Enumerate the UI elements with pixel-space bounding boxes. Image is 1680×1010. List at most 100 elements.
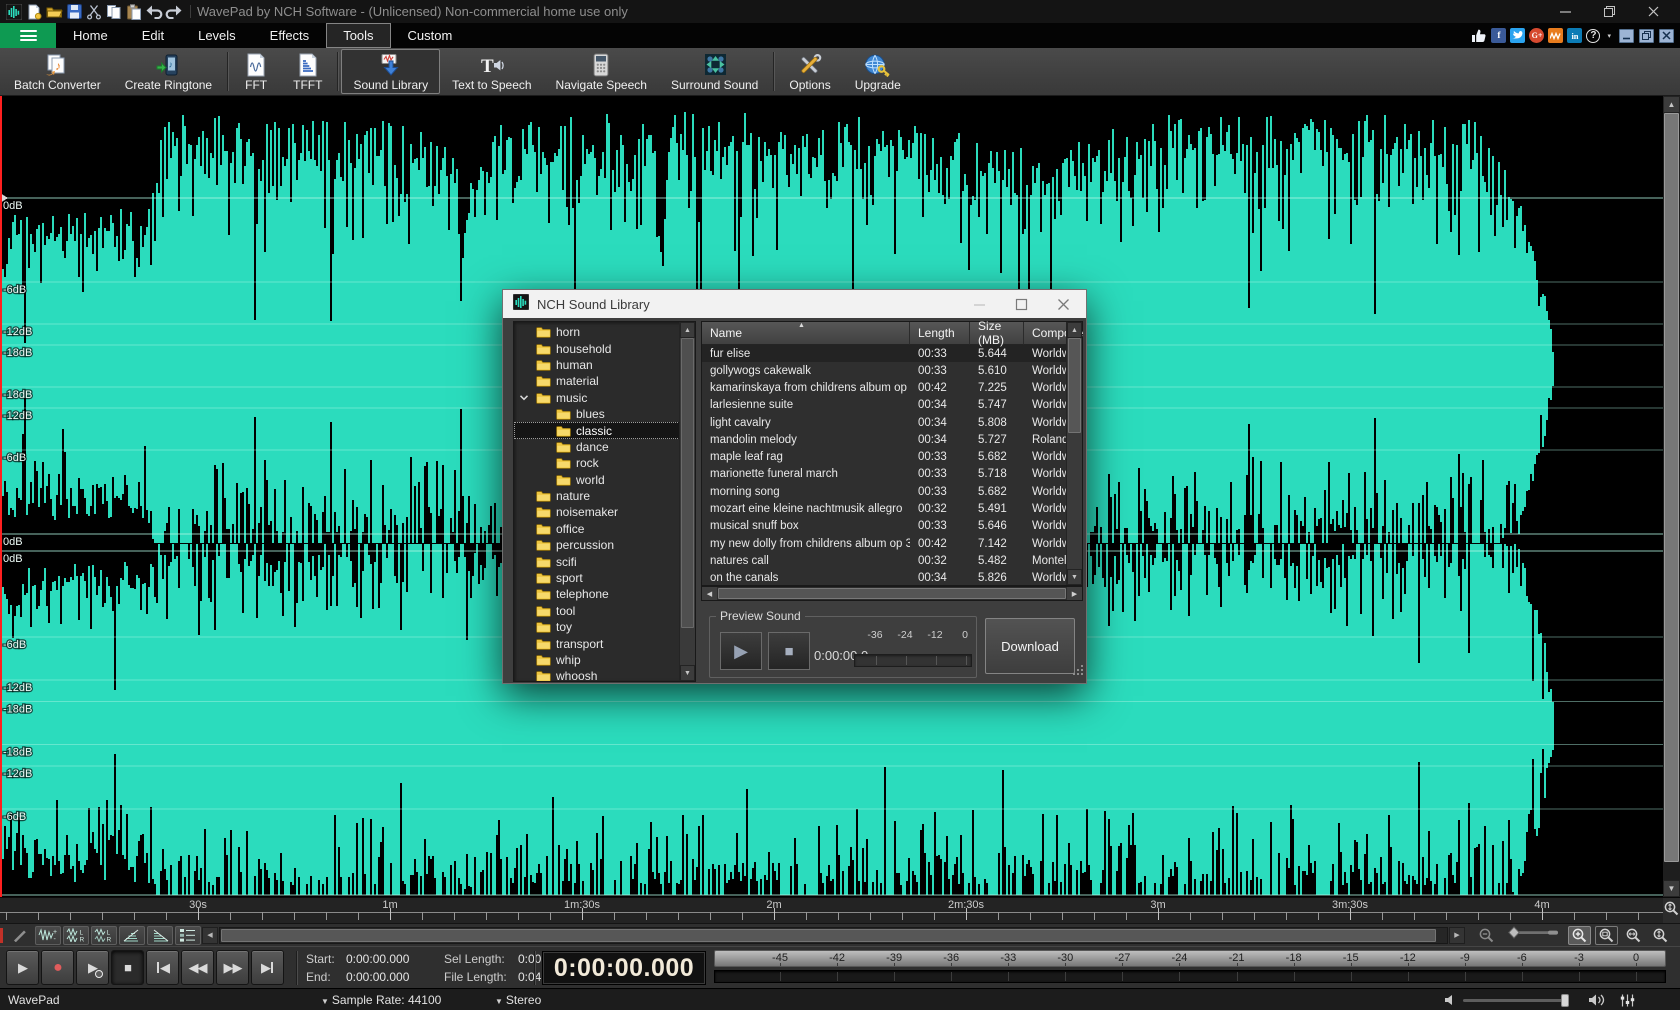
close-button[interactable] [1646, 5, 1660, 19]
tab-effects[interactable]: Effects [253, 23, 327, 48]
scrollbar-thumb[interactable] [221, 929, 1436, 942]
paste-icon[interactable] [124, 3, 144, 21]
tree-item-world[interactable]: world [514, 472, 680, 488]
vertical-zoom-button[interactable] [1663, 897, 1680, 923]
display-list-icon[interactable] [175, 926, 201, 945]
table-row[interactable]: my new dolly from childrens album op 390… [702, 535, 1082, 552]
channel-mode-selector[interactable]: ▼Stereo [492, 993, 541, 1007]
zoom-in-icon[interactable] [1568, 926, 1591, 945]
zoom-out-icon[interactable] [1475, 926, 1498, 945]
maximize-button[interactable] [1602, 5, 1616, 19]
main-menu-button[interactable] [0, 23, 56, 48]
text-to-speech-button[interactable]: TText to Speech [440, 49, 543, 94]
tree-item-toy[interactable]: toy [514, 619, 680, 635]
table-row[interactable]: maple leaf rag00:335.682Worldwid [702, 449, 1082, 466]
cut-icon[interactable] [84, 3, 104, 21]
tree-item-rock[interactable]: rock [514, 455, 680, 471]
table-row[interactable]: fur elise00:335.644Worldwid [702, 345, 1082, 362]
table-row[interactable]: musical snuff box00:335.646Worldwid [702, 518, 1082, 535]
scroll-up-icon[interactable]: ▲ [1067, 322, 1082, 338]
tree-item-dance[interactable]: dance [514, 439, 680, 455]
facebook-icon[interactable]: f [1491, 28, 1506, 43]
scroll-right-icon[interactable]: ▶ [1067, 587, 1082, 600]
tab-edit[interactable]: Edit [125, 23, 181, 48]
dialog-minimize-button[interactable] [972, 297, 986, 311]
skip-start-button[interactable]: ◀ [146, 950, 179, 985]
tab-custom[interactable]: Custom [391, 23, 470, 48]
tab-levels[interactable]: Levels [181, 23, 253, 48]
new-file-icon[interactable] [24, 3, 44, 21]
tree-item-noisemaker[interactable]: noisemaker [514, 504, 680, 520]
tree-item-classic[interactable]: classic [514, 422, 680, 438]
scroll-up-icon[interactable]: ▲ [1663, 96, 1680, 113]
speaker-loud-icon[interactable] [1588, 993, 1606, 1010]
scroll-right-icon[interactable]: ▶ [1449, 927, 1465, 944]
chevron-down-icon[interactable] [519, 393, 529, 402]
restore-button-small[interactable] [1639, 29, 1654, 43]
zoom-selection-icon[interactable] [1595, 926, 1618, 945]
waveform-horizontal-scrollbar[interactable] [219, 927, 1448, 944]
list-scrollbar[interactable]: ▲ ▼ [1066, 322, 1082, 585]
nch-icon[interactable] [1548, 28, 1563, 43]
dialog-close-button[interactable] [1056, 297, 1070, 311]
scroll-left-icon[interactable]: ◀ [202, 927, 218, 944]
column-header-length[interactable]: Length [910, 322, 970, 345]
tree-item-scifi[interactable]: scifi [514, 553, 680, 569]
column-header-compose[interactable]: Compose [1024, 322, 1068, 345]
tree-item-horn[interactable]: horn [514, 324, 680, 340]
fast-forward-button[interactable]: ▶▶ [216, 950, 249, 985]
envelope-fade-out-icon[interactable] [147, 926, 173, 945]
tree-item-human[interactable]: human [514, 357, 680, 373]
options-button[interactable]: Options [777, 49, 842, 94]
tab-home[interactable]: Home [56, 23, 125, 48]
scroll-down-icon[interactable]: ▼ [680, 665, 695, 681]
scrollbar-thumb[interactable] [718, 588, 1066, 599]
envelope-fade-in-icon[interactable] [119, 926, 145, 945]
list-horizontal-scrollbar[interactable]: ◀ ▶ [701, 586, 1083, 601]
tree-item-transport[interactable]: transport [514, 635, 680, 651]
waveform-vertical-scrollbar[interactable]: ▲ ▼ [1663, 96, 1680, 897]
preview-stop-button[interactable]: ■ [768, 632, 810, 670]
surround-sound-button[interactable]: Surround Sound [659, 49, 770, 94]
tree-item-nature[interactable]: nature [514, 488, 680, 504]
mixer-icon[interactable] [1620, 994, 1635, 1010]
scroll-down-icon[interactable]: ▼ [1067, 569, 1082, 585]
tree-scrollbar[interactable]: ▲ ▼ [679, 322, 695, 681]
table-row[interactable]: kamarinskaya from childrens album op 390… [702, 380, 1082, 397]
redo-icon[interactable] [164, 3, 184, 21]
tree-item-telephone[interactable]: telephone [514, 586, 680, 602]
dialog-titlebar[interactable]: NCH Sound Library [503, 290, 1086, 318]
scroll-left-icon[interactable]: ◀ [702, 587, 717, 600]
tree-item-blues[interactable]: blues [514, 406, 680, 422]
column-header-sizemb[interactable]: Size (MB) [970, 322, 1024, 345]
open-folder-icon[interactable] [44, 3, 64, 21]
close-button-small[interactable] [1659, 29, 1674, 43]
zoom-slider[interactable] [1502, 924, 1564, 946]
dropdown-icon[interactable]: ▾ [1604, 32, 1614, 40]
fft-button[interactable]: FFT [231, 49, 281, 94]
timeline-ruler[interactable]: 30s1m1m:30s2m2m:30s3m3m:30s4m [0, 897, 1663, 923]
scrollbar-thumb[interactable] [681, 338, 694, 628]
download-button[interactable]: Download [985, 618, 1075, 674]
resize-grip[interactable] [1073, 663, 1084, 681]
tree-item-whip[interactable]: whip [514, 652, 680, 668]
create-ringtone-button[interactable]: ♪Create Ringtone [113, 49, 224, 94]
draw-tool-icon[interactable] [7, 926, 33, 945]
play-preview-button[interactable]: ▶ [76, 950, 109, 985]
sound-library-button[interactable]: Sound Library [341, 49, 440, 94]
linkedin-icon[interactable]: in [1567, 28, 1582, 43]
like-icon[interactable] [1471, 28, 1487, 43]
googleplus-icon[interactable]: G+ [1529, 28, 1544, 43]
stereo-pan-view-icon[interactable]: LR [63, 926, 89, 945]
zoom-all-icon[interactable] [1622, 926, 1645, 945]
table-row[interactable]: morning song00:335.682Worldwid [702, 483, 1082, 500]
tree-item-sport[interactable]: sport [514, 570, 680, 586]
rewind-button[interactable]: ◀◀ [181, 950, 214, 985]
scrollbar-thumb[interactable] [1664, 113, 1679, 862]
batch-converter-button[interactable]: ♪Batch Converter [2, 49, 113, 94]
scroll-down-icon[interactable]: ▼ [1663, 880, 1680, 897]
tab-tools[interactable]: Tools [326, 23, 390, 48]
dialog-maximize-button[interactable] [1014, 297, 1028, 311]
zoom-vertical-icon[interactable] [1649, 926, 1672, 945]
navigate-speech-button[interactable]: Navigate Speech [544, 49, 659, 94]
